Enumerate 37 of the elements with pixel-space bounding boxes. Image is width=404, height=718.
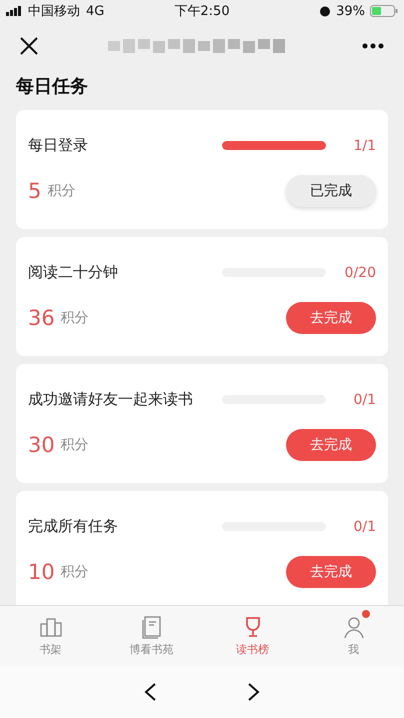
progress-count: 0/20	[344, 264, 376, 280]
points-value: 5	[28, 179, 42, 203]
person-icon	[342, 615, 366, 639]
close-icon[interactable]	[20, 37, 38, 55]
tab-item[interactable]: 我	[303, 606, 404, 666]
points-unit: 积分	[60, 563, 90, 581]
more-icon[interactable]	[362, 43, 384, 49]
complete-button[interactable]: 去完成	[286, 302, 376, 334]
tab-item[interactable]: 博看书苑	[101, 606, 202, 666]
tab-item[interactable]: 书架	[0, 606, 101, 666]
points-unit: 积分	[60, 309, 90, 327]
points-unit: 积分	[47, 182, 76, 200]
task-name: 阅读二十分钟	[28, 263, 119, 282]
carrier-name: 中国移动	[28, 3, 80, 20]
battery-icon	[370, 5, 398, 17]
points-value: 36	[28, 306, 55, 330]
task-name: 每日登录	[28, 136, 89, 155]
signal-icon	[6, 6, 22, 16]
task-name: 完成所有任务	[28, 517, 119, 536]
progress-count: 0/1	[352, 518, 376, 534]
completed-button[interactable]: 已完成	[286, 175, 376, 207]
progress-count: 1/1	[352, 138, 376, 154]
points-value: 10	[28, 560, 55, 584]
battery-percent: 39%	[336, 4, 366, 18]
task-name: 成功邀请好友一起来读书	[28, 390, 194, 409]
tab-item[interactable]: 读书榜	[202, 606, 303, 666]
clock-time: 下午2:50	[174, 4, 230, 19]
points-unit: 积分	[60, 436, 90, 454]
back-icon[interactable]	[143, 682, 157, 702]
book-icon	[140, 615, 164, 639]
forward-icon[interactable]	[247, 682, 261, 702]
complete-button[interactable]: 去完成	[286, 556, 376, 588]
network-type: 4G	[86, 4, 104, 18]
section-title: 每日任务	[15, 75, 89, 99]
points-value: 30	[28, 433, 55, 457]
complete-button[interactable]: 去完成	[286, 429, 376, 461]
progress-count: 0/1	[352, 392, 376, 408]
